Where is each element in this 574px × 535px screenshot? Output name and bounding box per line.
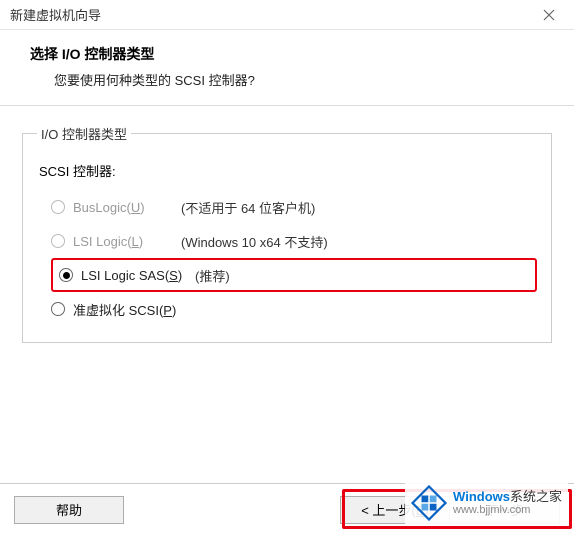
close-button[interactable] (534, 0, 564, 30)
scsi-options: BusLogic(U) (不适用于 64 位客户机) LSI Logic(L) … (37, 190, 537, 326)
option-hint: (Windows 10 x64 不支持) (181, 232, 328, 251)
scsi-controller-label: SCSI 控制器: (39, 161, 537, 180)
option-label: LSI Logic(L) (73, 234, 143, 249)
option-label: BusLogic(U) (73, 200, 145, 215)
option-hint: (推荐) (195, 266, 230, 285)
option-buslogic[interactable]: BusLogic(U) (不适用于 64 位客户机) (51, 190, 537, 224)
option-hint: (不适用于 64 位客户机) (181, 198, 315, 217)
close-icon (543, 9, 555, 21)
windows-logo-icon (411, 485, 447, 521)
wizard-header: 选择 I/O 控制器类型 您要使用何种类型的 SCSI 控制器? (0, 30, 574, 106)
window-title: 新建虚拟机向导 (10, 5, 534, 24)
radio-icon (51, 200, 65, 214)
io-controller-group: I/O 控制器类型 SCSI 控制器: BusLogic(U) (不适用于 64… (22, 124, 552, 343)
group-legend: I/O 控制器类型 (37, 124, 131, 143)
radio-icon (51, 234, 65, 248)
watermark-text: Windows系统之家 www.bjjmlv.com (453, 490, 562, 516)
option-lsilogic[interactable]: LSI Logic(L) (Windows 10 x64 不支持) (51, 224, 537, 258)
wizard-content: I/O 控制器类型 SCSI 控制器: BusLogic(U) (不适用于 64… (0, 106, 574, 353)
option-paravirtual-scsi[interactable]: 准虚拟化 SCSI(P) (51, 292, 537, 326)
titlebar: 新建虚拟机向导 (0, 0, 574, 30)
radio-icon (59, 268, 73, 282)
page-title: 选择 I/O 控制器类型 (30, 44, 550, 64)
option-label: 准虚拟化 SCSI(P) (73, 300, 176, 319)
option-lsilogic-sas-highlight: LSI Logic SAS(S) (推荐) (51, 258, 537, 292)
watermark: Windows系统之家 www.bjjmlv.com (405, 481, 568, 525)
radio-icon (51, 302, 65, 316)
help-button[interactable]: 帮助 (14, 496, 124, 524)
option-label: LSI Logic SAS(S) (81, 268, 182, 283)
page-subtitle: 您要使用何种类型的 SCSI 控制器? (30, 70, 550, 89)
option-lsilogic-sas[interactable]: LSI Logic SAS(S) (推荐) (59, 266, 230, 285)
